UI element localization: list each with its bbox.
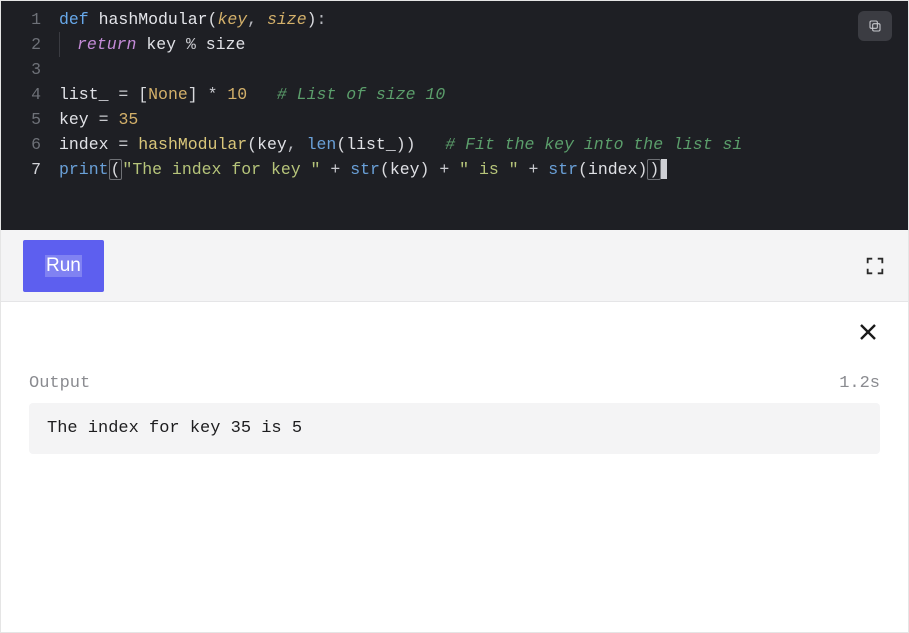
code-line[interactable]: 2 return key % size [1, 32, 908, 57]
line-number: 6 [1, 132, 59, 157]
output-text: The index for key 35 is 5 [29, 403, 880, 454]
line-number: 7 [1, 157, 59, 182]
code-content: return key % size [59, 32, 245, 57]
fullscreen-button[interactable] [864, 255, 886, 277]
close-button[interactable] [854, 318, 882, 346]
line-number: 5 [1, 107, 59, 132]
code-content [59, 57, 69, 82]
toolbar: Run [1, 230, 908, 302]
output-time: 1.2s [839, 374, 880, 393]
code-line[interactable]: 3 [1, 57, 908, 82]
line-number: 4 [1, 82, 59, 107]
text-cursor [661, 159, 667, 179]
run-button-label: Run [45, 255, 82, 277]
code-line[interactable]: 6 index = hashModular(key, len(list_)) #… [1, 132, 908, 157]
output-header: Output 1.2s [29, 374, 880, 393]
code-content: def hashModular(key, size): [59, 7, 326, 32]
fullscreen-icon [864, 255, 886, 277]
code-content: index = hashModular(key, len(list_)) # F… [59, 132, 742, 157]
run-button[interactable]: Run [23, 240, 104, 292]
line-number: 1 [1, 7, 59, 32]
code-content: list_ = [None] * 10 # List of size 10 [59, 82, 445, 107]
app-root: 1 def hashModular(key, size): 2 return k… [0, 0, 909, 633]
line-number: 3 [1, 57, 59, 82]
code-line[interactable]: 7 print("The index for key " + str(key) … [1, 157, 908, 182]
close-icon [856, 320, 880, 344]
output-label: Output [29, 374, 90, 393]
line-number: 2 [1, 32, 59, 57]
code-line[interactable]: 5 key = 35 [1, 107, 908, 132]
copy-icon [867, 18, 883, 34]
code-content: print("The index for key " + str(key) + … [59, 157, 667, 182]
code-content: key = 35 [59, 107, 138, 132]
code-line[interactable]: 4 list_ = [None] * 10 # List of size 10 [1, 82, 908, 107]
output-panel: Output 1.2s The index for key 35 is 5 [1, 302, 908, 632]
code-editor[interactable]: 1 def hashModular(key, size): 2 return k… [1, 1, 908, 230]
copy-button[interactable] [858, 11, 892, 41]
code-line[interactable]: 1 def hashModular(key, size): [1, 7, 908, 32]
